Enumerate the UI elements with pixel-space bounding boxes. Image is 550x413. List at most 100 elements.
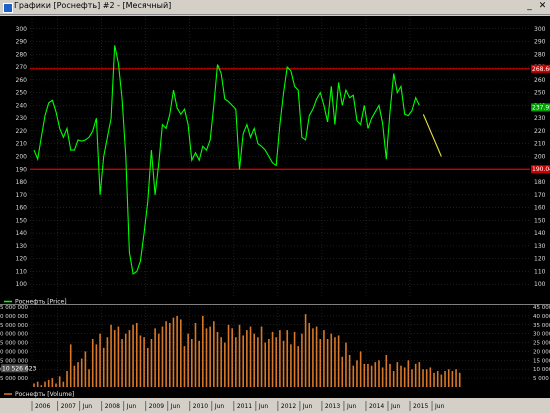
volume-bar[interactable] <box>345 342 347 387</box>
volume-bar[interactable] <box>418 362 421 387</box>
volume-bar[interactable] <box>411 369 413 387</box>
volume-bar[interactable] <box>176 315 178 387</box>
volume-bar[interactable] <box>293 331 296 387</box>
volume-bar[interactable] <box>367 363 369 387</box>
volume-bar[interactable] <box>113 330 116 387</box>
volume-bar[interactable] <box>246 330 248 387</box>
volume-bar[interactable] <box>191 339 193 387</box>
volume-bar[interactable] <box>271 331 274 387</box>
volume-bar[interactable] <box>425 369 428 387</box>
volume-bar[interactable] <box>135 323 138 387</box>
volume-bar[interactable] <box>51 378 54 387</box>
volume-bar[interactable] <box>95 344 98 387</box>
volume-bar[interactable] <box>433 372 435 387</box>
volume-bar[interactable] <box>455 369 457 387</box>
volume-bar[interactable] <box>242 335 244 387</box>
volume-bar[interactable] <box>264 342 267 387</box>
volume-bar[interactable] <box>249 326 252 387</box>
volume-bar[interactable] <box>275 337 278 387</box>
volume-bar[interactable] <box>73 365 76 387</box>
volume-bar[interactable] <box>183 346 186 387</box>
volume-bar[interactable] <box>290 344 292 387</box>
volume-bar[interactable] <box>77 362 79 387</box>
volume-bar[interactable] <box>216 331 219 387</box>
volume-bar[interactable] <box>205 328 208 387</box>
volume-bar[interactable] <box>231 328 233 387</box>
volume-bar[interactable] <box>110 324 112 387</box>
volume-bar[interactable] <box>180 319 182 387</box>
volume-bar[interactable] <box>378 360 380 387</box>
volume-bar[interactable] <box>253 333 255 387</box>
volume-bar[interactable] <box>55 383 57 387</box>
volume-bar[interactable] <box>117 326 120 387</box>
volume-bar[interactable] <box>58 376 61 387</box>
volume-bar[interactable] <box>403 367 406 387</box>
volume-bar[interactable] <box>458 372 461 387</box>
volume-bar[interactable] <box>385 355 388 387</box>
volume-bar[interactable] <box>128 330 131 387</box>
volume-bar[interactable] <box>381 367 384 387</box>
volume-bar[interactable] <box>341 356 344 387</box>
volume-bar[interactable] <box>102 347 105 387</box>
volume-bar[interactable] <box>440 374 443 387</box>
volume-bar[interactable] <box>352 365 355 387</box>
volume-bar[interactable] <box>36 381 39 387</box>
volume-bar[interactable] <box>209 326 211 387</box>
volume-bar[interactable] <box>326 339 329 387</box>
volume-bar[interactable] <box>227 324 230 387</box>
volume-bar[interactable] <box>161 326 164 387</box>
volume-bar[interactable] <box>139 335 142 387</box>
volume-bar[interactable] <box>146 347 149 387</box>
volume-bar[interactable] <box>396 362 399 387</box>
volume-bar[interactable] <box>444 371 446 387</box>
volume-bar[interactable] <box>260 326 263 387</box>
volume-bar[interactable] <box>91 339 94 387</box>
volume-bar[interactable] <box>143 337 145 387</box>
volume-bar[interactable] <box>33 383 35 387</box>
volume-bar[interactable] <box>150 339 153 387</box>
volume-bar[interactable] <box>99 333 101 387</box>
volume-bar[interactable] <box>297 346 300 387</box>
volume-bar[interactable] <box>407 360 410 387</box>
volume-bar[interactable] <box>168 323 171 387</box>
volume-bar[interactable] <box>279 330 281 387</box>
volume-bar[interactable] <box>308 323 311 387</box>
volume-bar[interactable] <box>389 363 391 387</box>
volume-bar[interactable] <box>312 328 314 387</box>
volume-bar[interactable] <box>84 351 87 387</box>
volume-bar[interactable] <box>304 314 307 387</box>
volume-bar[interactable] <box>88 369 90 387</box>
volume-bar[interactable] <box>337 335 340 387</box>
volume-bar[interactable] <box>359 351 362 387</box>
volume-bar[interactable] <box>315 326 318 387</box>
volume-bar[interactable] <box>47 379 50 387</box>
volume-bar[interactable] <box>301 333 303 387</box>
volume-bar[interactable] <box>80 358 83 387</box>
volume-bar[interactable] <box>172 317 175 387</box>
volume-bar[interactable] <box>400 365 402 387</box>
volume-bar[interactable] <box>436 371 439 387</box>
volume-bar[interactable] <box>224 342 226 387</box>
volume-bar[interactable] <box>319 339 322 387</box>
volume-bar[interactable] <box>69 344 72 387</box>
volume-bar[interactable] <box>121 339 123 387</box>
volume-bar[interactable] <box>124 333 127 387</box>
volume-bar[interactable] <box>132 324 134 387</box>
volume-bar[interactable] <box>62 381 65 387</box>
volume-bar[interactable] <box>257 337 259 387</box>
volume-bar[interactable] <box>286 330 289 387</box>
volume-bar[interactable] <box>330 333 333 387</box>
volume-bar[interactable] <box>66 371 68 387</box>
volume-bar[interactable] <box>323 330 325 387</box>
volume-bar[interactable] <box>198 340 200 387</box>
volume-bar[interactable] <box>194 323 197 387</box>
volume-bar[interactable] <box>363 363 366 387</box>
volume-bar[interactable] <box>451 371 454 387</box>
chart-area[interactable]: 100 100 110 110 120 120 130 130 140 140 150 150 160 1… <box>0 0 550 413</box>
volume-bar[interactable] <box>374 362 377 387</box>
volume-bar[interactable] <box>238 324 241 387</box>
volume-bar[interactable] <box>154 328 156 387</box>
volume-bar[interactable] <box>220 337 222 387</box>
volume-bar[interactable] <box>447 369 450 387</box>
volume-bar[interactable] <box>422 369 424 387</box>
